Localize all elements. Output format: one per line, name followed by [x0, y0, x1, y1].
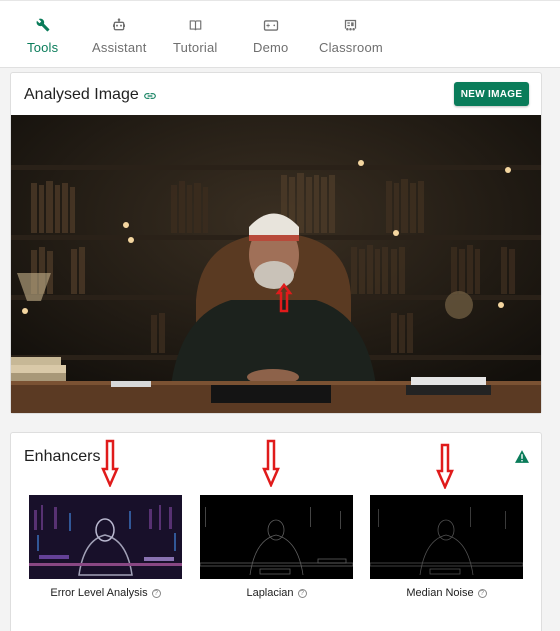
book-icon [186, 17, 204, 33]
new-image-button[interactable]: NEW IMAGE [454, 82, 529, 106]
warning-icon[interactable] [515, 450, 529, 463]
tab-tutorial[interactable]: Tutorial [173, 17, 217, 55]
tab-label: Tutorial [173, 40, 218, 55]
wrench-icon [34, 17, 52, 33]
ela-thumbnail[interactable] [29, 495, 182, 579]
enhancer-median-noise[interactable]: Median Noise ? [370, 495, 523, 599]
gamepad-icon [262, 17, 280, 33]
help-icon[interactable]: ? [151, 588, 161, 598]
analysed-image [11, 115, 541, 413]
enhancers-card: Enhancers Error Level Analysis ? Laplaci… [10, 432, 542, 631]
enhancers-title: Enhancers [24, 448, 101, 465]
annotation-arrow-icon [436, 443, 454, 489]
tab-label: Assistant [92, 40, 147, 55]
annotation-arrow-icon [101, 439, 119, 487]
tab-tools[interactable]: Tools [27, 17, 58, 55]
enhancer-error-level-analysis[interactable]: Error Level Analysis ? [29, 495, 182, 599]
laplacian-thumbnail[interactable] [200, 495, 353, 579]
tab-label: Demo [253, 40, 289, 55]
enhancer-label: Laplacian [246, 587, 294, 599]
enhancer-label: Median Noise [406, 587, 474, 599]
analysed-image-title: Analysed Image [24, 86, 139, 103]
tab-label: Classroom [319, 40, 383, 55]
help-icon[interactable]: ? [297, 588, 307, 598]
robot-icon [110, 17, 128, 33]
enhancer-label: Error Level Analysis [50, 587, 148, 599]
link-icon[interactable] [143, 89, 157, 103]
tab-classroom[interactable]: Classroom [319, 17, 383, 55]
help-icon[interactable]: ? [477, 588, 487, 598]
enhancer-laplacian[interactable]: Laplacian ? [200, 495, 353, 599]
tab-demo[interactable]: Demo [253, 17, 288, 55]
tab-label: Tools [27, 40, 59, 55]
tab-assistant[interactable]: Assistant [92, 17, 147, 55]
top-navigation: Tools Assistant Tutorial Demo Classroom [0, 0, 560, 68]
annotation-arrow-icon [262, 439, 280, 487]
median-noise-thumbnail[interactable] [370, 495, 523, 579]
classroom-icon [342, 17, 360, 33]
analysed-image-card: Analysed Image NEW IMAGE [10, 72, 542, 414]
